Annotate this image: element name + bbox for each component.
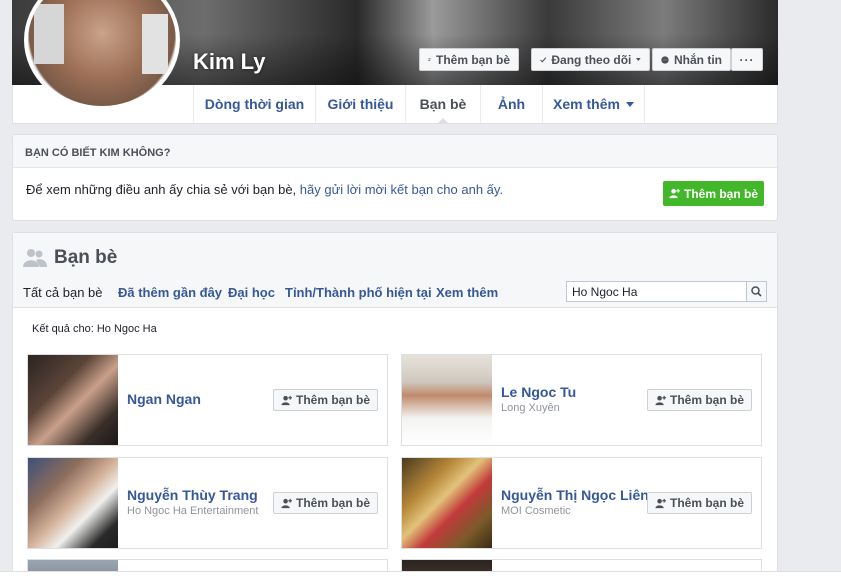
profile-name[interactable]: Kim Ly	[193, 49, 266, 75]
add-friend-icon	[655, 498, 666, 508]
add-friend-button[interactable]: Thêm bạn bè	[646, 492, 752, 514]
friends-section: Bạn bè Tất cả bạn bè Đã thêm gần đây Đại…	[12, 232, 778, 585]
add-friend-icon	[669, 188, 680, 199]
tab-recently-added[interactable]: Đã thêm gần đây	[118, 285, 222, 300]
bottom-bar	[0, 571, 841, 585]
following-button[interactable]: Đang theo dõi	[531, 48, 650, 71]
add-friend-button[interactable]: Thêm bạn bè	[419, 48, 519, 71]
tab-photos[interactable]: Ảnh	[480, 85, 542, 123]
tab-about[interactable]: Giới thiệu	[315, 85, 405, 123]
friend-name[interactable]: Ngan Ngan	[127, 391, 201, 407]
search-icon	[751, 286, 762, 297]
suggest-heading: BẠN CÓ BIẾT KIM KHÔNG?	[13, 135, 777, 168]
friend-photo[interactable]	[402, 458, 492, 548]
message-button[interactable]: Nhắn tin	[652, 48, 731, 71]
friend-card: Le Ngoc Tu Long Xuyên Thêm bạn bè	[401, 354, 762, 446]
caret-down-icon	[636, 58, 641, 61]
friend-subtitle: Ho Ngoc Ha Entertainment	[127, 505, 259, 517]
friend-subtitle: Long Xuyên	[501, 402, 560, 414]
friend-card: Ngan Ngan Thêm bạn bè	[27, 354, 388, 446]
friend-name[interactable]: Nguyễn Thùy Trang	[127, 487, 258, 503]
add-friend-button[interactable]: Thêm bạn bè	[272, 389, 378, 411]
friend-card: Nguyễn Thùy Trang Ho Ngoc Ha Entertainme…	[27, 457, 388, 549]
friend-name[interactable]: Nguyễn Thị Ngọc Liên	[501, 487, 649, 503]
friends-icon	[23, 249, 47, 267]
caret-down-icon	[625, 101, 634, 107]
send-request-link[interactable]: hãy gửi lời mời kết bạn cho anh ấy.	[300, 182, 503, 197]
friend-suggest-box: BẠN CÓ BIẾT KIM KHÔNG? Để xem những điều…	[12, 134, 778, 221]
add-friend-icon	[281, 498, 292, 508]
add-friend-green-button[interactable]: Thêm bạn bè	[663, 181, 764, 206]
tab-more[interactable]: Xem thêm	[542, 85, 645, 123]
more-options-button[interactable]: ···	[731, 48, 763, 71]
friend-search-input[interactable]	[566, 281, 767, 302]
friend-card: Nguyễn Thị Ngọc Liên MOI Cosmetic Thêm b…	[401, 457, 762, 549]
message-label: Nhắn tin	[674, 52, 722, 67]
tab-university[interactable]: Đại học	[228, 285, 275, 300]
friend-name[interactable]: Le Ngoc Tu	[501, 384, 576, 400]
tab-see-more[interactable]: Xem thêm	[436, 285, 498, 300]
search-result-label: Kết quả cho: Ho Ngoc Ha	[32, 323, 157, 335]
tab-current-city[interactable]: Tỉnh/Thành phố hiện tại	[285, 285, 432, 300]
search-button[interactable]	[746, 282, 766, 301]
check-icon	[540, 56, 547, 63]
add-friend-icon	[281, 395, 292, 405]
friend-photo[interactable]	[28, 355, 118, 445]
add-friend-icon	[428, 58, 431, 61]
add-friend-label: Thêm bạn bè	[435, 52, 510, 67]
messenger-icon	[661, 55, 669, 64]
friends-title: Bạn bè	[54, 247, 118, 268]
add-friend-button[interactable]: Thêm bạn bè	[272, 492, 378, 514]
more-dots-icon: ···	[739, 52, 755, 67]
add-friend-icon	[655, 395, 666, 405]
tab-timeline[interactable]: Dòng thời gian	[193, 85, 315, 123]
friend-photo[interactable]	[28, 458, 118, 548]
suggest-text: Để xem những điều anh ấy chia sẻ với bạn…	[26, 182, 504, 197]
tab-friends[interactable]: Bạn bè	[405, 85, 480, 124]
add-friend-button[interactable]: Thêm bạn bè	[646, 389, 752, 411]
following-label: Đang theo dõi	[551, 52, 632, 67]
friend-photo[interactable]	[402, 355, 492, 445]
friend-subtitle: MOI Cosmetic	[501, 505, 571, 517]
tab-all-friends[interactable]: Tất cả bạn bè	[23, 285, 103, 300]
